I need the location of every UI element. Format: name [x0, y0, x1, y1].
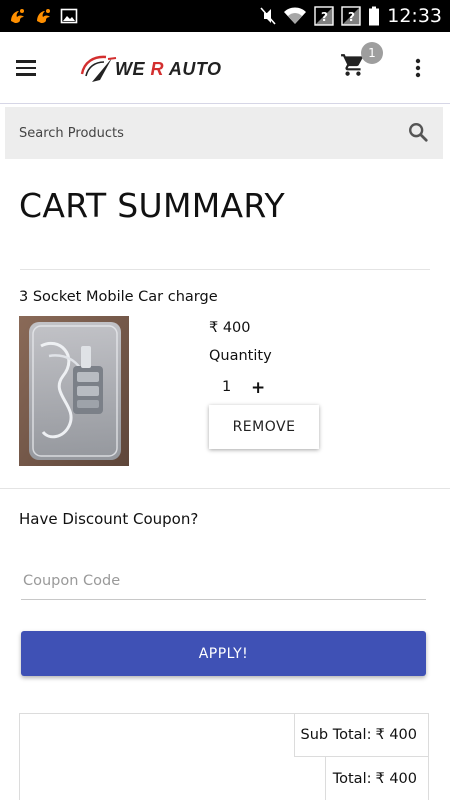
- wifi-icon: [284, 7, 307, 24]
- status-bar: ? ? 12:33: [0, 0, 450, 32]
- battery-icon: [369, 6, 380, 26]
- no-sim-icon: ?: [314, 6, 334, 26]
- coupon-code-input[interactable]: [21, 562, 426, 600]
- no-sim-icon: ?: [341, 6, 361, 26]
- notification-icons: [0, 6, 78, 26]
- logo-word-we: WE: [115, 59, 151, 79]
- product-image[interactable]: [19, 316, 129, 466]
- image-icon: [60, 8, 78, 24]
- increase-quantity-button[interactable]: +: [251, 378, 265, 398]
- svg-text:?: ?: [321, 10, 328, 24]
- order-totals-table: Sub Total: ₹ 400 Total: ₹ 400: [19, 713, 429, 800]
- cart-item-price: ₹ 400: [209, 320, 251, 336]
- search-input[interactable]: [19, 125, 379, 141]
- total-value: ₹ 400: [375, 770, 417, 787]
- total-row: Total: ₹ 400: [325, 757, 428, 800]
- divider: [20, 269, 430, 270]
- divider: [0, 488, 450, 489]
- quantity-value: 1: [222, 379, 232, 395]
- quantity-label: Quantity: [209, 348, 272, 364]
- logo-text: WE R AUTO: [115, 59, 222, 80]
- uc-browser-icon: [11, 9, 24, 23]
- hamburger-menu-icon[interactable]: [16, 54, 44, 82]
- more-options-icon[interactable]: [408, 56, 428, 80]
- cart-item-name[interactable]: 3 Socket Mobile Car charge: [19, 289, 218, 305]
- uc-browser-icon: [37, 9, 50, 23]
- svg-text:?: ?: [348, 10, 355, 24]
- coupon-label: Have Discount Coupon?: [19, 510, 199, 528]
- search-icon[interactable]: [407, 121, 429, 143]
- logo-word-auto: AUTO: [164, 59, 222, 79]
- subtotal-row: Sub Total: ₹ 400: [294, 714, 428, 757]
- search-bar: [5, 107, 443, 159]
- page-title: CART SUMMARY: [19, 186, 285, 225]
- mute-icon: [260, 7, 276, 25]
- clock: 12:33: [387, 5, 442, 27]
- subtotal-value: ₹ 400: [375, 727, 417, 743]
- we-r-auto-logo[interactable]: WE R AUTO: [78, 52, 238, 88]
- cart-count-badge: 1: [361, 42, 383, 64]
- subtotal-label: Sub Total:: [300, 727, 372, 743]
- total-label: Total:: [332, 770, 372, 787]
- logo-word-r: R: [150, 59, 164, 79]
- app-bar: WE R AUTO 1: [0, 32, 450, 104]
- apply-coupon-button[interactable]: APPLY!: [21, 631, 426, 676]
- system-icons: ? ? 12:33: [260, 5, 450, 27]
- remove-item-button[interactable]: REMOVE: [209, 405, 319, 449]
